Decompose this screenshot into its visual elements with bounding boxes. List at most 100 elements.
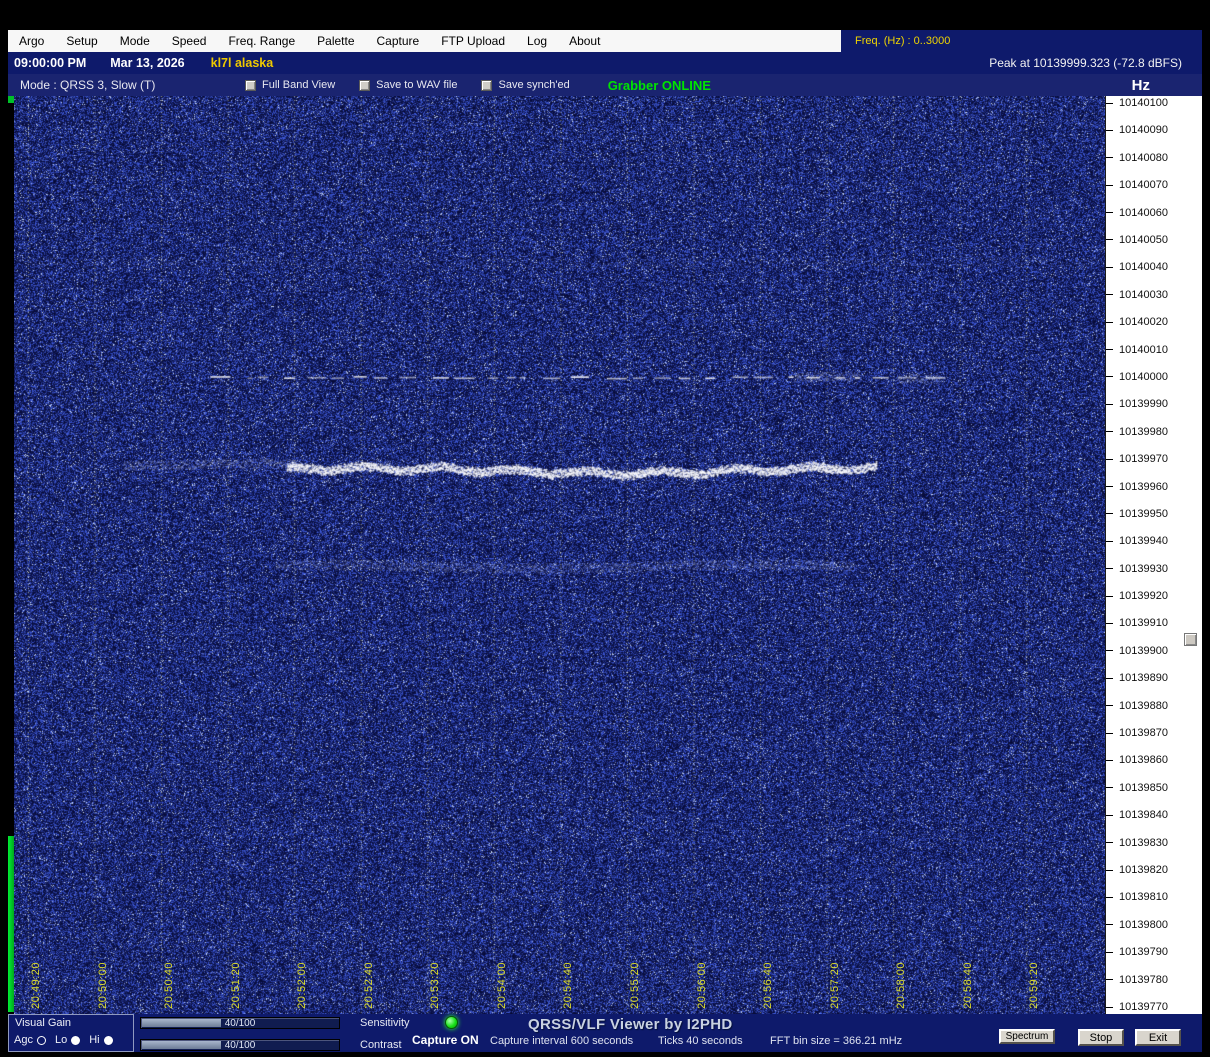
grabber-status: Grabber ONLINE	[608, 78, 711, 93]
freq-label-row: 10139860	[1106, 754, 1168, 767]
gain-option-agc[interactable]: Agc	[14, 1034, 46, 1046]
date-readout: Mar 13, 2026	[110, 56, 184, 70]
freq-label-row: 10140080	[1106, 151, 1168, 164]
menu-item-setup[interactable]: Setup	[55, 30, 108, 52]
freq-label: 10140030	[1119, 289, 1168, 301]
radio-icon[interactable]	[71, 1036, 80, 1045]
time-label: 20:56:00	[696, 962, 708, 1009]
freq-tick	[1106, 376, 1113, 377]
checkbox-save-to-wav-file[interactable]: Save to WAV file	[359, 79, 457, 91]
freq-tick	[1106, 294, 1113, 295]
freq-tick	[1106, 787, 1113, 788]
freq-tick	[1106, 103, 1113, 104]
time-label: 20:58:40	[962, 962, 974, 1009]
hz-unit-label: Hz	[1132, 77, 1150, 94]
freq-label-row: 10140030	[1106, 288, 1168, 301]
menu-item-about[interactable]: About	[558, 30, 611, 52]
freq-label: 10140020	[1119, 316, 1168, 328]
freq-label: 10139790	[1119, 946, 1168, 958]
menu-item-freq-range[interactable]: Freq. Range	[217, 30, 306, 52]
mode-bar: Mode : QRSS 3, Slow (T) Full Band View Sa…	[8, 74, 1202, 96]
freq-tick	[1106, 185, 1113, 186]
freq-tick	[1106, 760, 1113, 761]
freq-tick	[1106, 897, 1113, 898]
spectrogram-area: 20:49:20 20:50:00 20:50:40 20:51:20 20:52:00…	[14, 96, 1105, 1014]
menu-item-capture[interactable]: Capture	[366, 30, 431, 52]
freq-tick	[1106, 623, 1113, 624]
freq-label-row: 10139890	[1106, 672, 1168, 685]
checkbox-label: Full Band View	[262, 79, 335, 91]
time-label: 20:51:20	[230, 962, 242, 1009]
freq-label-row: 10139990	[1106, 398, 1168, 411]
time-label: 20:56:40	[762, 962, 774, 1009]
freq-tick	[1106, 596, 1113, 597]
freq-tick	[1106, 1007, 1113, 1008]
menu-item-mode[interactable]: Mode	[109, 30, 161, 52]
freq-label-row: 10139780	[1106, 973, 1168, 986]
menu-item-ftp-upload[interactable]: FTP Upload	[430, 30, 516, 52]
freq-label-row: 10139930	[1106, 562, 1168, 575]
freq-label-row: 10140000	[1106, 370, 1168, 383]
radio-icon[interactable]	[37, 1036, 46, 1045]
stop-button[interactable]: Stop	[1078, 1029, 1124, 1046]
freq-tick	[1106, 979, 1113, 980]
gain-option-label: Agc	[14, 1034, 33, 1046]
gain-option-lo[interactable]: Lo	[55, 1034, 80, 1046]
checkbox-full-band-view[interactable]: Full Band View	[245, 79, 335, 91]
freq-label: 10139950	[1119, 508, 1168, 520]
capture-status: Capture ON	[412, 1033, 479, 1047]
spectrum-button[interactable]: Spectrum	[999, 1029, 1055, 1044]
freq-tick	[1106, 678, 1113, 679]
menu-bar: Argo Setup Mode Speed Freq. Range Palette Capt…	[8, 30, 1202, 52]
time-label: 20:49:20	[30, 962, 42, 1009]
frequency-scroll-thumb[interactable]	[1184, 633, 1197, 646]
freq-label: 10139930	[1119, 563, 1168, 575]
freq-label-row: 10139790	[1106, 946, 1168, 959]
freq-label: 10139960	[1119, 481, 1168, 493]
freq-label: 10140100	[1119, 97, 1168, 109]
freq-label: 10139820	[1119, 864, 1168, 876]
freq-label: 10139810	[1119, 891, 1168, 903]
freq-tick	[1106, 952, 1113, 953]
menu-item-palette[interactable]: Palette	[306, 30, 365, 52]
freq-label-row: 10140070	[1106, 179, 1168, 192]
capture-led-icon	[445, 1016, 458, 1029]
visual-gain-label: Visual Gain	[15, 1017, 71, 1029]
freq-label: 10139900	[1119, 645, 1168, 657]
checkbox-box-icon[interactable]	[359, 80, 370, 91]
spectrogram-canvas[interactable]	[14, 96, 1105, 1014]
contrast-slider[interactable]: 40/100	[140, 1039, 340, 1051]
checkbox-box-icon[interactable]	[481, 80, 492, 91]
freq-tick	[1106, 130, 1113, 131]
freq-tick	[1106, 815, 1113, 816]
menu-item-speed[interactable]: Speed	[161, 30, 218, 52]
gain-option-hi[interactable]: Hi	[89, 1034, 112, 1046]
freq-label-row: 10139850	[1106, 781, 1168, 794]
checkbox-save-synch-ed[interactable]: Save synch'ed	[481, 79, 569, 91]
time-label: 20:54:40	[562, 962, 574, 1009]
freq-tick	[1106, 404, 1113, 405]
freq-tick	[1106, 842, 1113, 843]
freq-display-panel: Freq. (Hz) : 0..3000	[841, 30, 1202, 52]
time-label: 20:58:00	[895, 962, 907, 1009]
contrast-label: Contrast	[360, 1039, 402, 1051]
radio-icon[interactable]	[104, 1036, 113, 1045]
checkbox-label: Save to WAV file	[376, 79, 457, 91]
freq-label: 10140010	[1119, 344, 1168, 356]
freq-tick	[1106, 650, 1113, 651]
exit-button[interactable]: Exit	[1135, 1029, 1181, 1046]
checkbox-group: Full Band View Save to WAV file Save synch…	[245, 79, 594, 91]
freq-tick	[1106, 431, 1113, 432]
time-label: 20:55:20	[629, 962, 641, 1009]
checkbox-box-icon[interactable]	[245, 80, 256, 91]
freq-label: 10140040	[1119, 261, 1168, 273]
freq-tick	[1106, 212, 1113, 213]
menu-item-log[interactable]: Log	[516, 30, 558, 52]
freq-tick	[1106, 513, 1113, 514]
freq-tick	[1106, 459, 1113, 460]
freq-label-row: 10139770	[1106, 1001, 1168, 1014]
freq-label-row: 10140050	[1106, 233, 1168, 246]
sensitivity-slider[interactable]: 40/100	[140, 1017, 340, 1029]
gain-radio-group: Agc Lo Hi	[14, 1034, 122, 1046]
menu-item-argo[interactable]: Argo	[8, 30, 55, 52]
